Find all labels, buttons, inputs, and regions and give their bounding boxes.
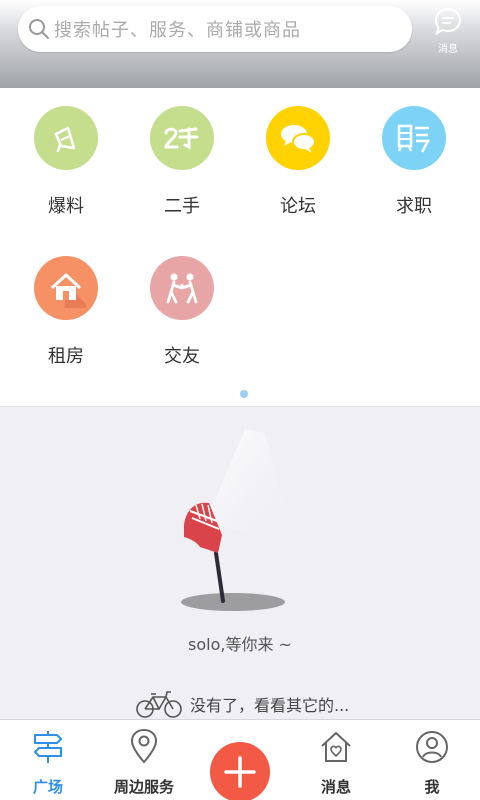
- category-baoliao[interactable]: 爆料: [8, 106, 124, 218]
- see-more-text: 没有了，看看其它的...: [190, 696, 350, 715]
- post-add-button[interactable]: [210, 742, 270, 800]
- search-icon: [29, 19, 49, 39]
- category-ershou[interactable]: 二手: [124, 106, 240, 218]
- search-placeholder: 搜索帖子、服务、商铺或商品: [54, 20, 301, 41]
- forum-icon: [266, 106, 330, 170]
- user-icon: [416, 731, 448, 763]
- category-label: 二手: [164, 196, 200, 217]
- category-friends[interactable]: 交友: [124, 256, 240, 368]
- header-message-label: 消息: [438, 44, 458, 55]
- category-label: 论坛: [280, 196, 316, 217]
- house-icon: [34, 256, 98, 320]
- home-heart-icon: [321, 732, 351, 762]
- bottom-tab-bar: 广场 周边服务 消息 我: [0, 719, 480, 800]
- category-label: 租房: [48, 346, 84, 367]
- tab-me[interactable]: 我: [384, 720, 480, 800]
- category-label: 交友: [164, 346, 200, 367]
- signpost-icon: [34, 731, 62, 763]
- location-pin-icon: [130, 728, 158, 764]
- megaphone-icon: [34, 106, 98, 170]
- bicycle-icon: [136, 691, 182, 718]
- category-forum[interactable]: 论坛: [240, 106, 356, 218]
- category-grid: 爆料 二手 论坛 求职 租房 交友: [0, 88, 480, 406]
- tab-label: 周边服务: [113, 778, 174, 796]
- microphone-spotlight-icon: [181, 429, 296, 611]
- empty-state: solo,等你来 ~ 没有了，看看其它的...: [0, 407, 480, 719]
- see-more-link[interactable]: 没有了，看看其它的...: [136, 689, 349, 719]
- page-indicator-dot: [240, 390, 248, 398]
- top-bar: 搜索帖子、服务、商铺或商品 消息: [0, 0, 480, 88]
- secondhand-icon: [150, 106, 214, 170]
- chat-bubble-icon: [434, 7, 462, 36]
- plus-icon: [224, 756, 256, 788]
- category-label: 求职: [396, 196, 432, 217]
- empty-state-text: solo,等你来 ~: [188, 635, 292, 654]
- search-box[interactable]: 搜索帖子、服务、商铺或商品: [18, 6, 412, 52]
- tab-plaza[interactable]: 广场: [0, 720, 96, 800]
- category-job[interactable]: 求职: [356, 106, 472, 218]
- tab-nearby-services[interactable]: 周边服务: [96, 720, 192, 800]
- job-icon: [382, 106, 446, 170]
- tab-messages[interactable]: 消息: [288, 720, 384, 800]
- tab-label: 我: [424, 778, 440, 796]
- tab-label: 消息: [320, 778, 351, 796]
- tab-label: 广场: [32, 778, 63, 796]
- header-message-button[interactable]: 消息: [426, 6, 470, 55]
- category-rent[interactable]: 租房: [8, 256, 124, 368]
- friends-icon: [150, 256, 214, 320]
- category-label: 爆料: [48, 196, 84, 217]
